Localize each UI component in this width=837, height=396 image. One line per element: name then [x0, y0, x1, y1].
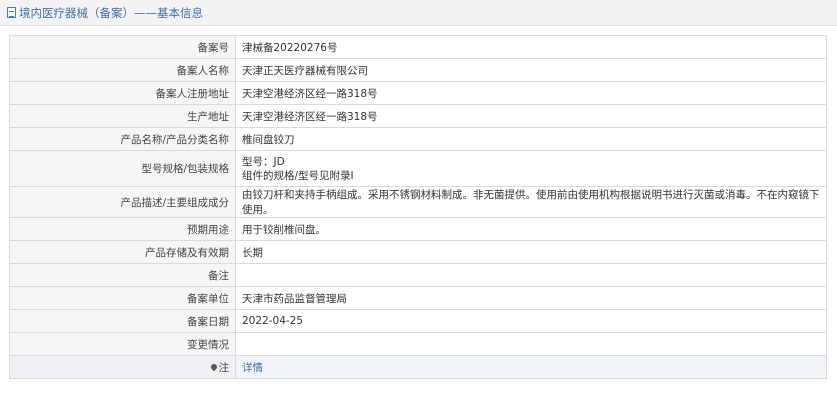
row-value: 详情: [235, 355, 827, 379]
row-label: 备案人名称: [9, 58, 236, 82]
table-row: 生产地址 天津空港经济区经一路318号: [9, 104, 827, 128]
table-row: 注 详情: [9, 355, 827, 379]
page-title: 境内医疗器械（备案）——基本信息: [19, 5, 203, 20]
row-value: 由铰刀杆和夹持手柄组成。采用不锈钢材料制成。非无菌提供。使用前由使用机构根据说明…: [235, 186, 827, 218]
row-value: 津械备20220276号: [235, 35, 827, 59]
row-value: 椎间盘铰刀: [235, 127, 827, 151]
row-label: 备注: [9, 263, 236, 287]
row-label: 备案单位: [9, 286, 236, 310]
table-row: 备案号 津械备20220276号: [9, 35, 827, 59]
row-label: 产品描述/主要组成成分: [9, 186, 236, 218]
row-value: [235, 263, 827, 287]
info-table: 备案号 津械备20220276号 备案人名称 天津正天医疗器械有限公司 备案人注…: [9, 35, 827, 379]
model-line: 型号：JD: [242, 155, 285, 168]
row-label: 产品存储及有效期: [9, 240, 236, 264]
row-label: 备案日期: [9, 309, 236, 333]
table-row: 备案日期 2022-04-25: [9, 309, 827, 333]
row-value: 天津市药品监督管理局: [235, 286, 827, 310]
table-row: 备案人注册地址 天津空港经济区经一路318号: [9, 81, 827, 105]
note-label: 注: [218, 361, 230, 374]
table-row: 型号规格/包装规格 型号：JD 组件的规格/型号见附录I: [9, 150, 827, 187]
row-value: 型号：JD 组件的规格/型号见附录I: [235, 150, 827, 187]
row-label: 注: [9, 355, 236, 379]
details-link[interactable]: 详情: [242, 362, 263, 374]
row-label: 型号规格/包装规格: [9, 150, 236, 187]
pin-icon: [209, 362, 218, 371]
table-row: 备注: [9, 263, 827, 287]
row-value: 2022-04-25: [235, 309, 827, 333]
row-label: 预期用途: [9, 217, 236, 241]
table-row: 产品描述/主要组成成分 由铰刀杆和夹持手柄组成。采用不锈钢材料制成。非无菌提供。…: [9, 186, 827, 218]
row-value: 天津空港经济区经一路318号: [235, 81, 827, 105]
table-row: 产品存储及有效期 长期: [9, 240, 827, 264]
spec-line: 组件的规格/型号见附录I: [242, 169, 354, 182]
row-label: 变更情况: [9, 332, 236, 356]
row-value: 天津空港经济区经一路318号: [235, 104, 827, 128]
page-header: 境内医疗器械（备案）——基本信息: [0, 0, 837, 26]
row-label: 备案号: [9, 35, 236, 59]
row-value: 天津正天医疗器械有限公司: [235, 58, 827, 82]
table-row: 预期用途 用于铰削椎间盘。: [9, 217, 827, 241]
row-value: [235, 332, 827, 356]
row-label: 备案人注册地址: [9, 81, 236, 105]
table-row: 产品名称/产品分类名称 椎间盘铰刀: [9, 127, 827, 151]
row-value: 用于铰削椎间盘。: [235, 217, 827, 241]
table-row: 变更情况: [9, 332, 827, 356]
row-label: 生产地址: [9, 104, 236, 128]
table-row: 备案人名称 天津正天医疗器械有限公司: [9, 58, 827, 82]
document-icon: [7, 7, 16, 18]
row-label: 产品名称/产品分类名称: [9, 127, 236, 151]
table-row: 备案单位 天津市药品监督管理局: [9, 286, 827, 310]
row-value: 长期: [235, 240, 827, 264]
